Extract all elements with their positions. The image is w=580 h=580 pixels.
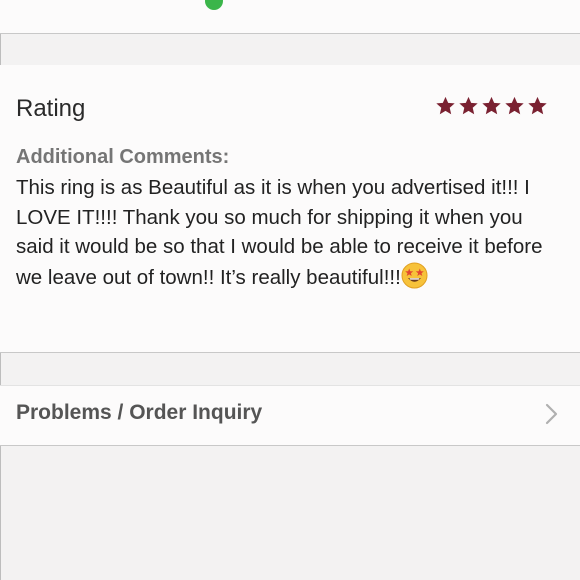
additional-comments-text: This ring is as Beautiful as it is when …	[16, 173, 556, 292]
star-icon	[457, 95, 480, 117]
star-icon	[526, 95, 549, 117]
star-struck-emoji-icon	[401, 262, 428, 289]
problems-order-inquiry-row[interactable]: Problems / Order Inquiry	[0, 385, 580, 446]
problems-order-inquiry-label: Problems / Order Inquiry	[16, 401, 263, 424]
chevron-right-icon	[544, 402, 560, 426]
rating-stars	[434, 95, 549, 117]
rating-section: Rating Additional Comments: This ring is…	[0, 65, 580, 353]
status-dot-icon	[205, 0, 223, 10]
star-icon	[503, 95, 526, 117]
rating-title: Rating	[16, 95, 86, 122]
star-icon	[480, 95, 503, 117]
comment-body: This ring is as Beautiful as it is when …	[16, 176, 543, 289]
star-icon	[434, 95, 457, 117]
order-status-row	[0, 0, 580, 34]
additional-comments-label: Additional Comments:	[16, 146, 230, 168]
